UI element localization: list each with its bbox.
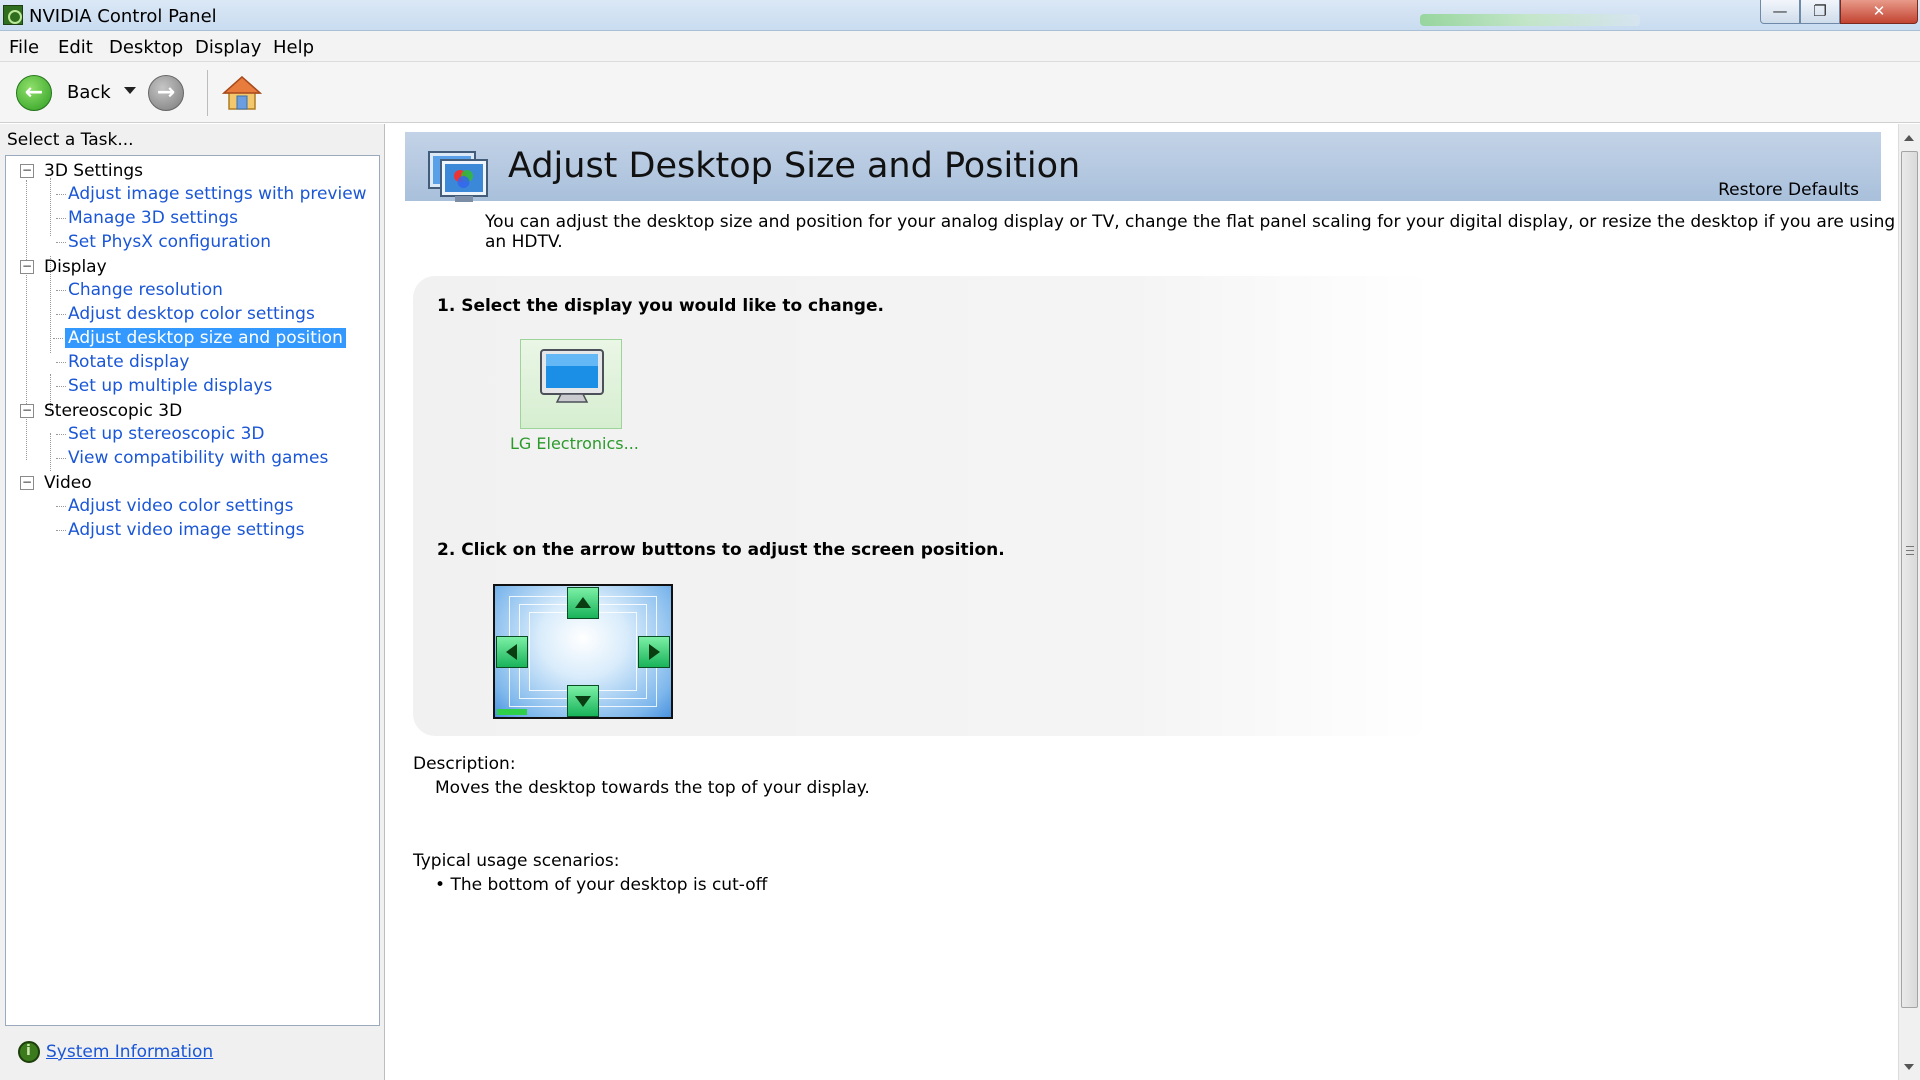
collapse-icon[interactable]: −: [20, 164, 34, 178]
minimize-button[interactable]: —: [1760, 0, 1800, 24]
toolbar: ← Back →: [0, 62, 1920, 123]
menu-file[interactable]: File: [9, 37, 39, 58]
forward-arrow-icon[interactable]: →: [148, 75, 184, 111]
tree-connector: [26, 180, 27, 460]
step1-heading: 1. Select the display you would like to …: [437, 296, 884, 316]
window-title: NVIDIA Control Panel: [29, 6, 217, 27]
maximize-button[interactable]: ❐: [1800, 0, 1840, 24]
pad-frame-outline: [529, 612, 637, 691]
select-task-label: Select a Task...: [7, 130, 134, 150]
task-desktop-size-position[interactable]: Adjust desktop size and position: [53, 328, 346, 348]
task-panel: Select a Task... − 3D Settings Adjust im…: [0, 124, 385, 1080]
task-desktop-color[interactable]: Adjust desktop color settings: [56, 304, 315, 324]
task-multiple-displays[interactable]: Set up multiple displays: [55, 376, 272, 396]
menu-display[interactable]: Display: [195, 37, 261, 58]
collapse-icon[interactable]: −: [20, 476, 34, 490]
display-settings-icon: [428, 151, 488, 202]
title-bar: NVIDIA Control Panel — ❐ ✕: [0, 0, 1920, 31]
toolbar-separator: [207, 70, 208, 116]
scroll-up-icon[interactable]: [1904, 135, 1914, 141]
back-history-dropdown-icon[interactable]: [124, 87, 136, 94]
scroll-thumb[interactable]: [1901, 151, 1918, 1008]
task-change-resolution[interactable]: Change resolution: [56, 280, 223, 300]
blurred-taskbar-preview: [1420, 14, 1640, 26]
home-icon[interactable]: [222, 74, 262, 112]
content-panel: Adjust Desktop Size and Position Restore…: [387, 124, 1898, 1080]
task-manage-3d-settings[interactable]: Manage 3D settings: [55, 208, 238, 228]
menu-bar: File Edit Desktop Display Help: [0, 31, 1920, 62]
task-video-image[interactable]: Adjust video image settings: [56, 520, 305, 540]
tree-category-3d-settings[interactable]: 3D Settings: [44, 161, 143, 181]
task-view-compatibility[interactable]: View compatibility with games: [55, 448, 328, 468]
collapse-icon[interactable]: −: [20, 404, 34, 418]
system-information-link[interactable]: System Information: [46, 1042, 213, 1062]
task-set-up-stereo[interactable]: Set up stereoscopic 3D: [56, 424, 265, 444]
back-button-label[interactable]: Back: [67, 82, 111, 103]
monitor-icon: [540, 349, 604, 403]
task-tree: − 3D Settings Adjust image settings with…: [5, 155, 380, 1026]
scroll-grip-icon: [1906, 546, 1914, 555]
tree-connector: [50, 433, 51, 471]
close-button[interactable]: ✕: [1840, 0, 1918, 24]
menu-help[interactable]: Help: [273, 37, 314, 58]
tree-connector: [50, 178, 51, 236]
task-set-physx[interactable]: Set PhysX configuration: [55, 232, 271, 252]
description-text: Moves the desktop towards the top of you…: [435, 778, 870, 798]
menu-edit[interactable]: Edit: [58, 37, 93, 58]
move-right-button[interactable]: [638, 636, 670, 668]
restore-defaults-link[interactable]: Restore Defaults: [1718, 180, 1859, 200]
task-adjust-image-settings[interactable]: Adjust image settings with preview: [56, 184, 367, 204]
usage-scenario-item: • The bottom of your desktop is cut-off: [435, 875, 768, 895]
page-header: Adjust Desktop Size and Position Restore…: [405, 132, 1881, 202]
move-down-button[interactable]: [567, 685, 599, 717]
step2-heading: 2. Click on the arrow buttons to adjust …: [437, 540, 1005, 560]
task-rotate-display[interactable]: Rotate display: [55, 352, 189, 372]
move-up-button[interactable]: [567, 587, 599, 619]
display-selector-lg[interactable]: [520, 339, 622, 429]
tree-category-video[interactable]: Video: [44, 473, 92, 493]
usage-scenarios-label: Typical usage scenarios:: [413, 851, 620, 871]
back-arrow-icon[interactable]: ←: [16, 75, 52, 111]
description-label: Description:: [413, 754, 516, 774]
usage-scenario-text: The bottom of your desktop is cut-off: [450, 875, 768, 895]
system-info-icon[interactable]: [18, 1041, 40, 1063]
nvidia-app-icon: [3, 5, 23, 25]
scroll-down-icon[interactable]: [1904, 1064, 1914, 1070]
task-video-color[interactable]: Adjust video color settings: [55, 496, 293, 516]
display-name-label[interactable]: LG Electronics...: [510, 434, 639, 453]
tree-category-display[interactable]: Display: [44, 257, 107, 277]
page-title: Adjust Desktop Size and Position: [508, 146, 1081, 186]
adjust-indicator: [497, 709, 527, 715]
vertical-scrollbar[interactable]: [1898, 124, 1920, 1080]
page-intro-text: You can adjust the desktop size and posi…: [485, 212, 1896, 252]
position-adjust-pad: [493, 584, 673, 719]
menu-desktop[interactable]: Desktop: [109, 37, 183, 58]
move-left-button[interactable]: [496, 636, 528, 668]
collapse-icon[interactable]: −: [20, 260, 34, 274]
tree-category-stereoscopic[interactable]: Stereoscopic 3D: [44, 401, 182, 421]
